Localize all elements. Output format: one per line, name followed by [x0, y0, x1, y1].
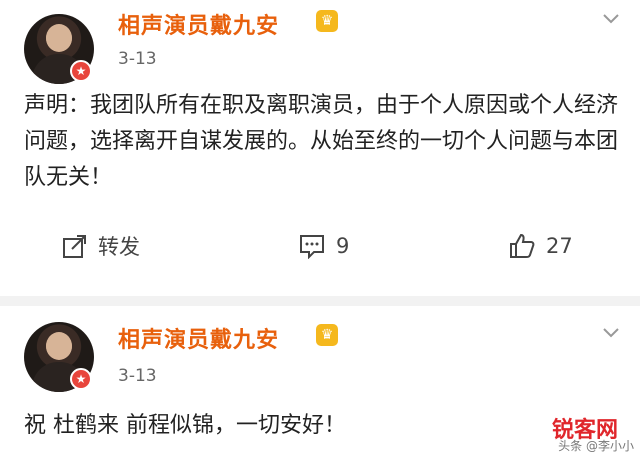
comment-count: 9	[336, 234, 350, 258]
comment-button[interactable]: 9	[298, 230, 349, 262]
vip-crown-icon: ♛	[316, 10, 338, 32]
vip-crown-icon: ♛	[316, 324, 338, 346]
verified-star-icon: ★	[70, 60, 92, 82]
watermark: 锐客网 头条 @李小小	[510, 412, 640, 456]
repost-icon	[63, 235, 86, 258]
thumbs-up-icon	[510, 233, 535, 258]
post-date: 3-13	[118, 366, 157, 386]
chevron-down-icon[interactable]	[602, 324, 620, 342]
chevron-down-icon[interactable]	[602, 10, 620, 28]
post-content: 声明：我团队所有在职及离职演员，由于个人原因或个人经济问题，选择离开自谋发展的。…	[24, 93, 619, 190]
like-count: 27	[546, 234, 573, 258]
comment-icon	[300, 235, 324, 259]
watermark-source: 头条 @李小小	[558, 439, 634, 453]
avatar-face	[46, 332, 72, 360]
like-button[interactable]: 27	[508, 230, 573, 262]
weibo-post: ★ 相声演员戴九安 ♛ 3-13 声明：我团队所有在职及离职演员，由于个人原因或…	[0, 0, 640, 296]
avatar-face	[46, 24, 72, 52]
author-name[interactable]: 相声演员戴九安	[118, 8, 279, 40]
author-name[interactable]: 相声演员戴九安	[118, 322, 279, 354]
repost-label: 转发	[98, 235, 140, 259]
repost-button[interactable]: 转发	[62, 230, 140, 262]
post-date: 3-13	[118, 49, 157, 69]
post-actions: 转发 9 27	[0, 218, 640, 278]
verified-star-icon: ★	[70, 368, 92, 390]
